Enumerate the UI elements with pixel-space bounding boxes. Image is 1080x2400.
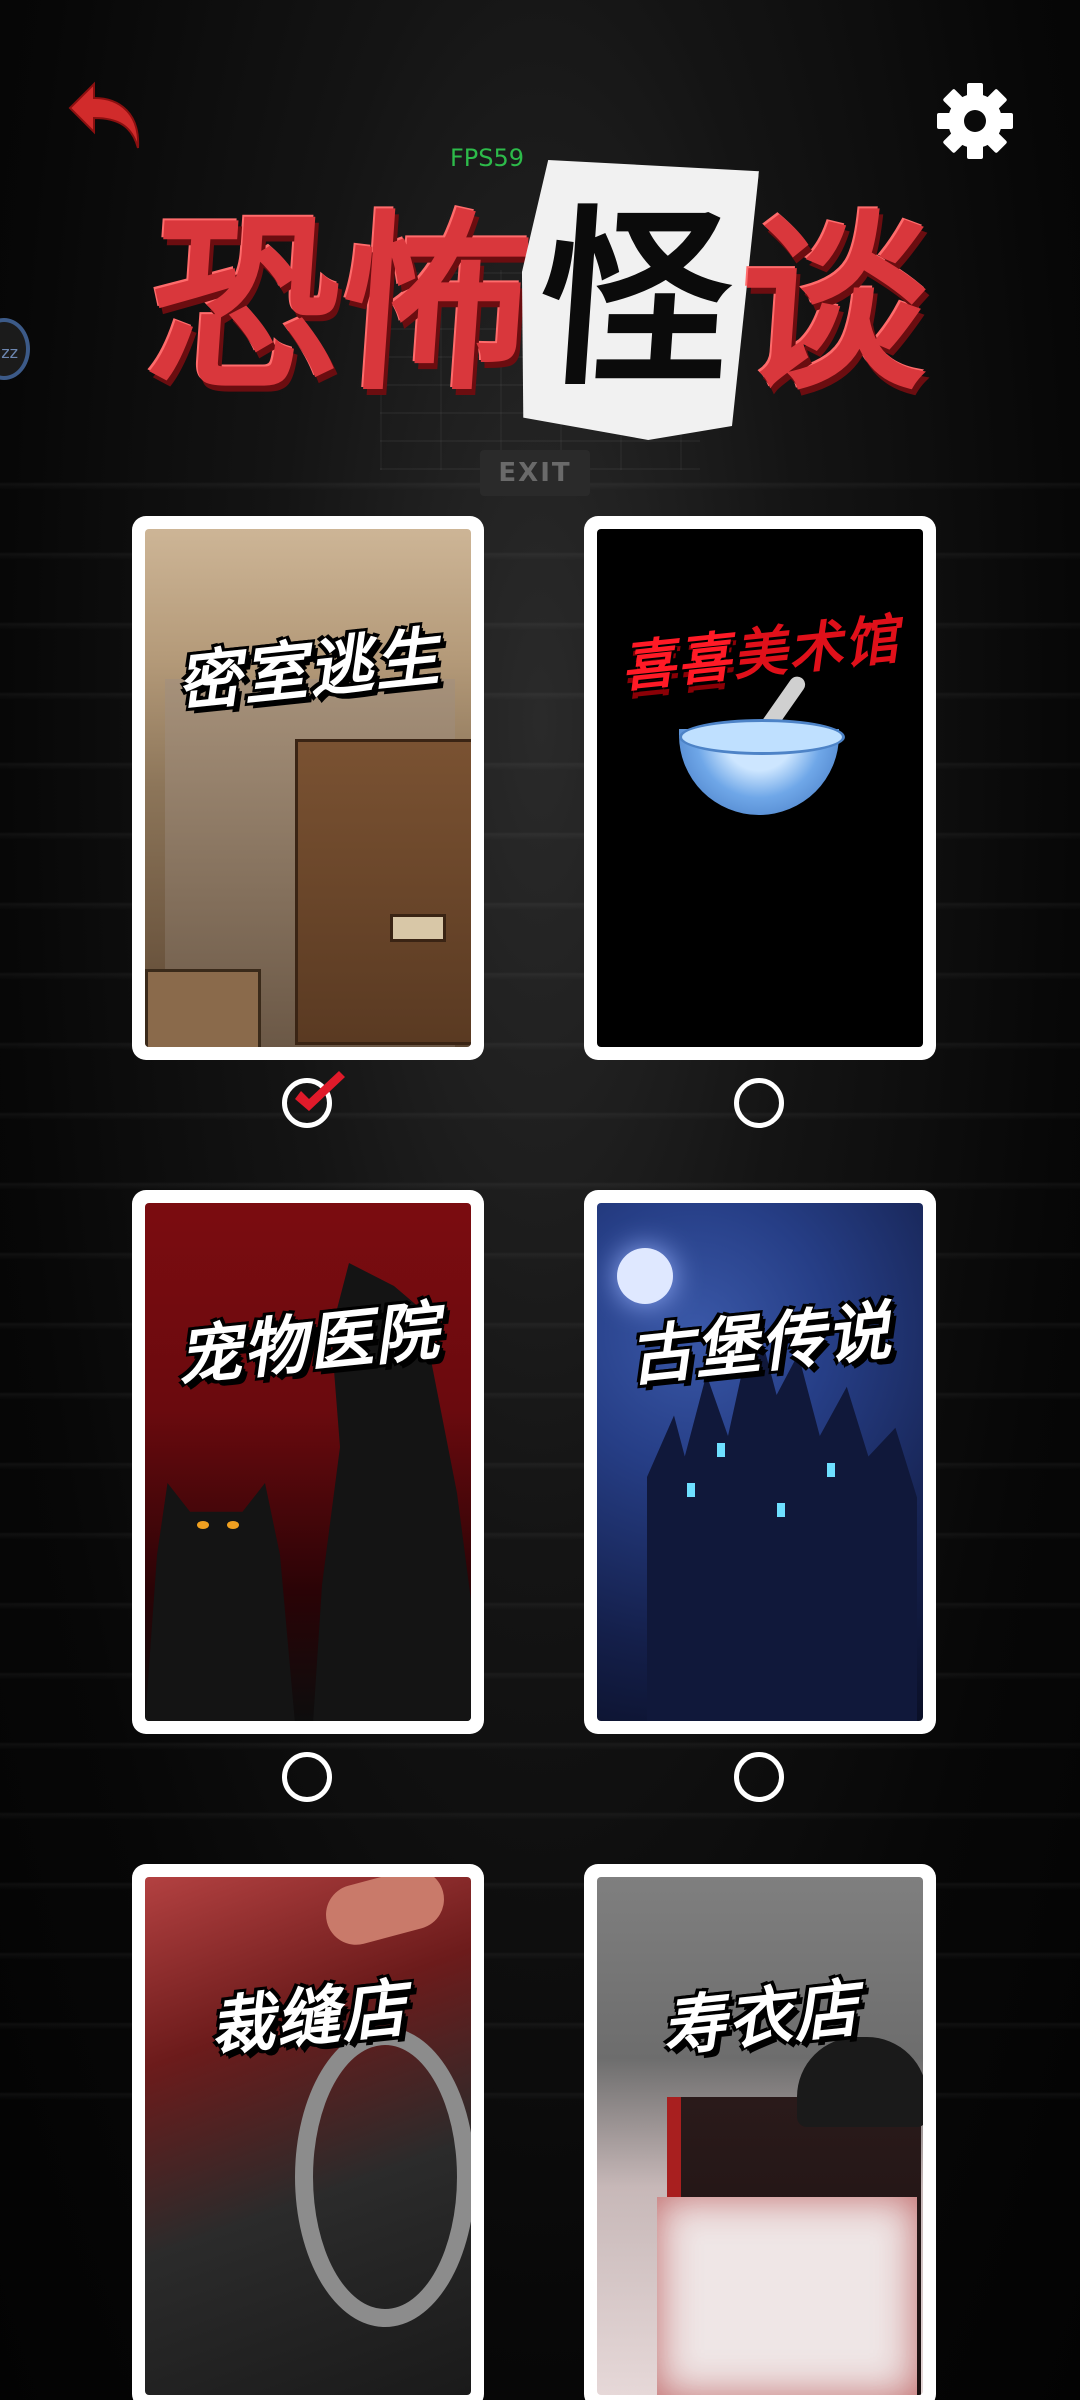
title-char-3: 怪	[510, 160, 760, 440]
level-artwork: 裁缝店	[145, 1877, 471, 2395]
checkmark-icon	[295, 1071, 345, 1111]
level-select-radio-castle-legend[interactable]	[734, 1752, 784, 1802]
exit-sign: EXIT	[480, 450, 590, 496]
level-select-radio-art-gallery[interactable]	[734, 1078, 784, 1128]
gear-icon	[937, 83, 1013, 159]
level-card-shroud-shop[interactable]: 寿衣店	[584, 1864, 936, 2400]
title-char-2: 怖	[332, 193, 538, 416]
level-select-radio-escape-room[interactable]	[282, 1071, 345, 1128]
level-artwork: 寿衣店	[597, 1877, 923, 2395]
back-button[interactable]	[62, 78, 146, 162]
level-card-art-gallery[interactable]: 喜喜美术馆	[584, 516, 936, 1060]
cat-silhouette	[145, 1483, 295, 1721]
level-select-radio-pet-hospital[interactable]	[282, 1752, 332, 1802]
level-artwork: 古堡传说	[597, 1203, 923, 1721]
floating-assist-bubble[interactable]: zz	[0, 318, 30, 380]
level-card-castle-legend[interactable]: 古堡传说	[584, 1190, 936, 1734]
game-title: 恐 怖 怪 谈	[142, 170, 938, 440]
title-char-4: 谈	[732, 193, 938, 416]
fps-counter: FPS59	[450, 144, 525, 172]
level-title: 喜喜美术馆	[617, 607, 904, 700]
level-card-escape-room[interactable]: 密室逃生	[132, 516, 484, 1060]
level-card-tailor-shop[interactable]: 裁缝店	[132, 1864, 484, 2400]
level-artwork: 密室逃生	[145, 529, 471, 1047]
title-char-1: 恐	[142, 193, 348, 416]
moon	[617, 1248, 673, 1304]
level-artwork: 喜喜美术馆	[597, 529, 923, 1047]
level-card-pet-hospital[interactable]: 宠物医院	[132, 1190, 484, 1734]
level-artwork: 宠物医院	[145, 1203, 471, 1721]
settings-button[interactable]	[934, 80, 1016, 162]
back-arrow-icon	[68, 81, 140, 149]
game-screen: EXIT FPS59 zz 恐 怖 怪 谈 密室逃生 喜喜美术馆 宠物医院 古堡…	[0, 0, 1080, 2400]
